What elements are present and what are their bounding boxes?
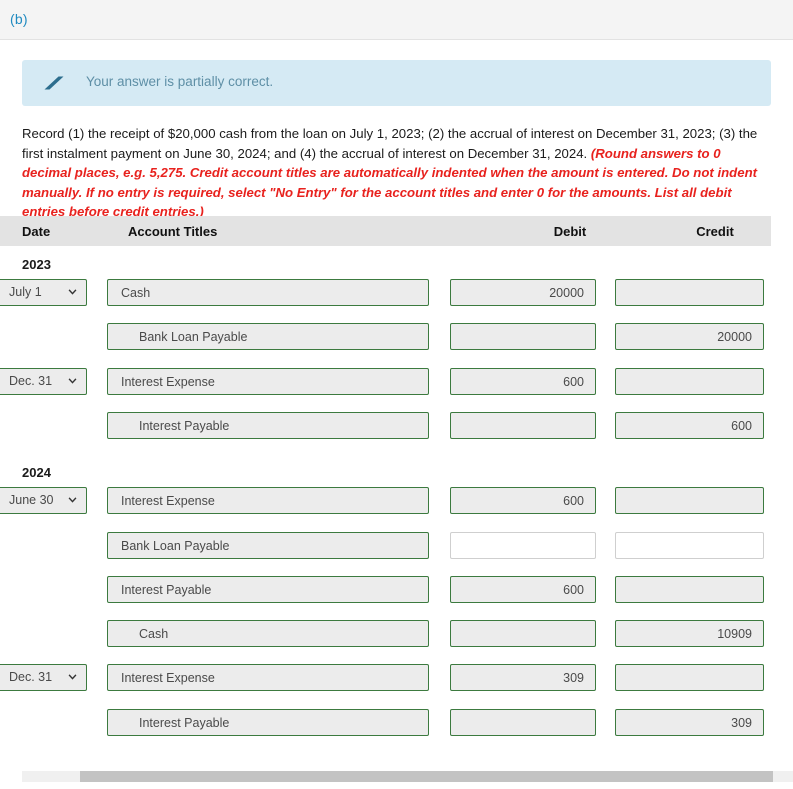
credit-amount-input[interactable]: 600 xyxy=(615,411,764,439)
date-select-value: July 1 xyxy=(9,285,42,299)
journal-entry-row: Interest Payable 600 xyxy=(0,575,793,604)
account-title-input[interactable]: Interest Expense xyxy=(107,367,429,395)
journal-entry-row: Bank Loan Payable xyxy=(0,531,793,560)
credit-amount-input[interactable]: 20000 xyxy=(615,323,764,351)
credit-amount-input[interactable] xyxy=(615,367,764,395)
credit-amount-input[interactable] xyxy=(615,279,764,306)
date-select-value: June 30 xyxy=(9,493,54,508)
journal-entry-row: Dec. 31 Interest Expense 600 xyxy=(0,367,793,396)
account-title-value: Interest Payable xyxy=(139,418,230,433)
column-header-date: Date xyxy=(22,224,51,239)
credit-amount-input[interactable] xyxy=(615,487,764,515)
journal-entry-row: July 1 Cash 20000 xyxy=(0,279,793,307)
account-title-value: Interest Payable xyxy=(139,715,230,730)
date-select[interactable]: Dec. 31 xyxy=(0,664,87,692)
account-title-input[interactable]: Interest Payable xyxy=(107,411,429,439)
status-banner-message: Your answer is partially correct. xyxy=(86,74,274,89)
debit-amount-value: 600 xyxy=(563,582,584,597)
account-title-value: Cash xyxy=(139,627,169,642)
column-header-account-titles: Account Titles xyxy=(128,224,218,239)
credit-amount-input[interactable] xyxy=(615,531,764,559)
account-title-value: Interest Expense xyxy=(121,494,215,509)
debit-amount-value: 600 xyxy=(563,374,584,389)
credit-amount-value: 20000 xyxy=(717,330,752,345)
journal-entry-row: Interest Payable 600 xyxy=(0,411,793,440)
chevron-down-icon xyxy=(68,497,77,503)
debit-amount-input[interactable] xyxy=(450,531,596,559)
credit-amount-input[interactable] xyxy=(615,664,764,692)
account-title-input[interactable]: Interest Payable xyxy=(107,708,429,736)
column-header-debit: Debit xyxy=(553,224,587,239)
chevron-down-icon xyxy=(68,377,77,384)
journal-entry-row: Cash 10909 xyxy=(0,620,793,648)
credit-amount-input[interactable]: 309 xyxy=(615,708,764,736)
account-title-value: Interest Payable xyxy=(121,582,212,597)
debit-amount-input[interactable] xyxy=(450,620,596,648)
eraser-icon xyxy=(43,74,65,92)
column-header-credit: Credit xyxy=(696,224,734,239)
date-select[interactable]: July 1 xyxy=(0,279,87,306)
account-title-value: Cash xyxy=(121,286,151,300)
debit-amount-input[interactable]: 309 xyxy=(450,664,596,692)
debit-amount-input[interactable] xyxy=(450,411,596,439)
journal-entry-row: Bank Loan Payable 20000 xyxy=(0,323,793,351)
debit-amount-value: 20000 xyxy=(549,286,584,300)
credit-amount-value: 309 xyxy=(731,715,752,730)
year-label: 2023 xyxy=(22,257,51,272)
account-title-input[interactable]: Cash xyxy=(107,620,429,648)
account-title-input[interactable]: Bank Loan Payable xyxy=(107,323,429,351)
journal-entry-row: Dec. 31 Interest Expense 309 xyxy=(0,664,793,692)
date-select-value: Dec. 31 xyxy=(9,373,53,388)
date-select[interactable]: Dec. 31 xyxy=(0,367,87,395)
horizontal-scrollbar-thumb[interactable] xyxy=(80,771,773,782)
status-banner: Your answer is partially correct. xyxy=(22,60,771,106)
credit-amount-input[interactable] xyxy=(615,575,764,603)
debit-amount-value: 600 xyxy=(563,494,584,509)
account-title-input[interactable]: Interest Expense xyxy=(107,664,429,692)
part-label: (b) xyxy=(10,11,28,27)
debit-amount-input[interactable]: 600 xyxy=(450,367,596,395)
date-select-value: Dec. 31 xyxy=(9,670,53,685)
credit-amount-value: 600 xyxy=(731,418,752,433)
debit-amount-input[interactable] xyxy=(450,708,596,736)
instructions-text: Record (1) the receipt of $20,000 cash f… xyxy=(22,124,771,222)
account-title-value: Bank Loan Payable xyxy=(121,538,230,553)
account-title-input[interactable]: Interest Expense xyxy=(107,487,429,515)
credit-amount-value: 10909 xyxy=(717,627,752,642)
year-label: 2024 xyxy=(22,465,51,481)
debit-amount-input[interactable]: 600 xyxy=(450,487,596,515)
account-title-value: Bank Loan Payable xyxy=(139,330,248,345)
credit-amount-input[interactable]: 10909 xyxy=(615,620,764,648)
journal-entry-row: Interest Payable 309 xyxy=(0,708,793,737)
debit-amount-value: 309 xyxy=(563,671,584,686)
account-title-input[interactable]: Bank Loan Payable xyxy=(107,531,429,559)
chevron-down-icon xyxy=(68,289,77,295)
account-title-input[interactable]: Interest Payable xyxy=(107,575,429,603)
table-header-row: Date Account Titles Debit Credit xyxy=(0,216,771,246)
debit-amount-input[interactable]: 20000 xyxy=(450,279,596,306)
journal-entry-row: June 30 Interest Expense 600 xyxy=(0,487,793,515)
account-title-value: Interest Expense xyxy=(121,671,215,686)
journal-entry-table-viewport: Date Account Titles Debit Credit 2023 Jul… xyxy=(0,216,793,761)
account-title-value: Interest Expense xyxy=(121,374,215,389)
debit-amount-input[interactable] xyxy=(450,323,596,351)
chevron-down-icon xyxy=(68,674,77,681)
debit-amount-input[interactable]: 600 xyxy=(450,575,596,603)
date-select[interactable]: June 30 xyxy=(0,487,87,515)
part-header-bar: (b) xyxy=(0,0,793,40)
account-title-input[interactable]: Cash xyxy=(107,279,429,306)
